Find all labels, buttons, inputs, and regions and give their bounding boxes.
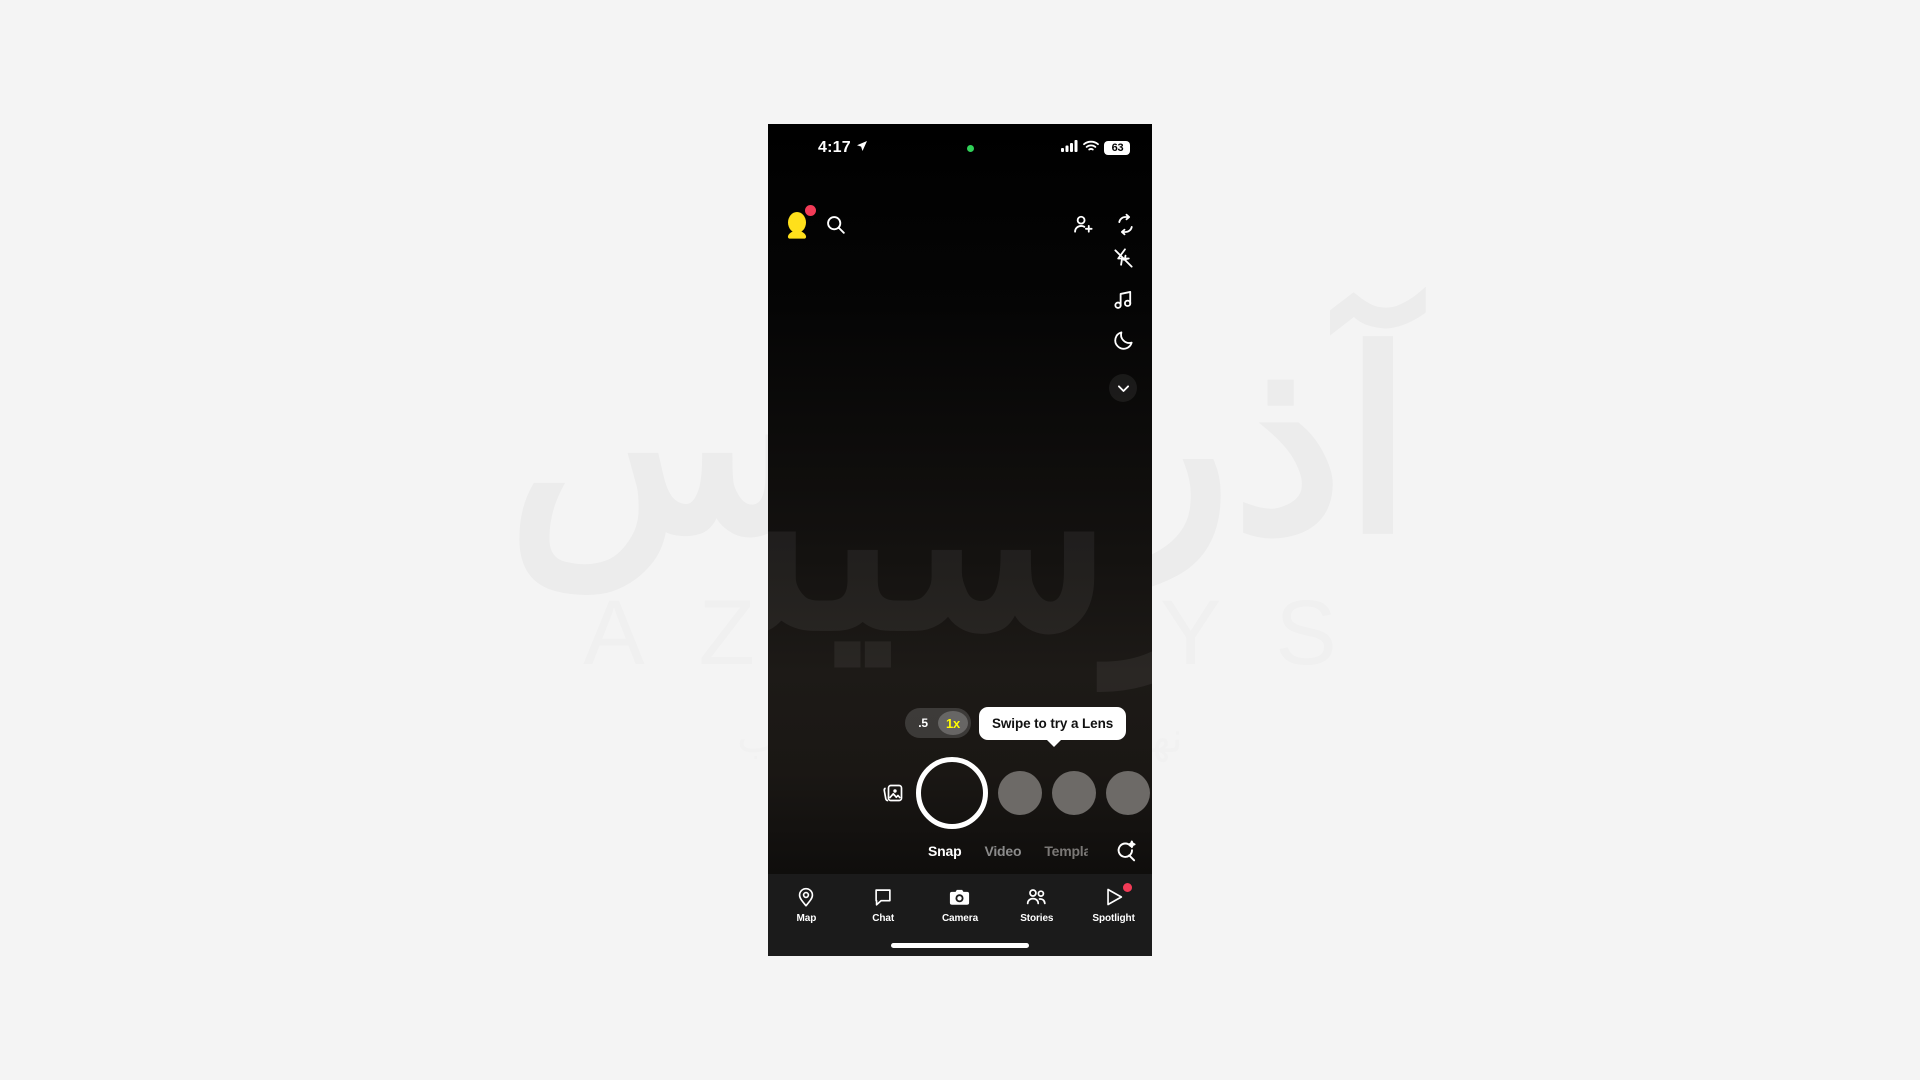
zoom-option-half[interactable]: .5: [908, 711, 938, 735]
lens-tooltip: Swipe to try a Lens: [979, 706, 1127, 747]
location-arrow-icon: [856, 139, 868, 157]
search-icon[interactable]: [822, 211, 848, 237]
add-friend-icon[interactable]: [1070, 211, 1096, 237]
cellular-signal-icon: [1061, 139, 1078, 157]
capture-mode-row: Snap Video Templates: [768, 838, 1152, 864]
nav-item-stories[interactable]: Stories: [998, 885, 1075, 924]
spotlight-play-icon: [1102, 883, 1132, 909]
phone-screen: آذرسیس 4:17: [768, 124, 1152, 956]
stories-people-icon: [1025, 885, 1049, 909]
nav-item-chat[interactable]: Chat: [845, 885, 922, 924]
nav-label-camera: Camera: [941, 913, 979, 924]
top-left-group: [782, 205, 848, 241]
shutter-button[interactable]: [916, 757, 988, 829]
capture-mode-tabs: Snap Video Templates: [928, 843, 1088, 859]
lens-thumbnail[interactable]: [1106, 771, 1150, 815]
profile-unread-badge: [805, 205, 816, 216]
spotlight-badge: [1122, 883, 1132, 892]
night-mode-icon[interactable]: [1109, 326, 1137, 354]
green-recording-dot: [966, 144, 974, 152]
camera-icon: [948, 885, 972, 909]
status-time-group: 4:17: [818, 139, 868, 157]
chevron-down-icon[interactable]: [1109, 374, 1137, 402]
profile-button[interactable]: [782, 205, 816, 241]
nav-label-map: Map: [796, 913, 817, 924]
lens-explore-icon[interactable]: [1112, 838, 1138, 864]
mode-tab-video[interactable]: Video: [984, 843, 1021, 859]
battery-indicator: 63: [1104, 141, 1130, 155]
nav-label-spotlight: Spotlight: [1092, 913, 1135, 924]
status-bar: 4:17 63: [768, 124, 1152, 172]
flash-off-icon[interactable]: [1109, 244, 1137, 272]
wifi-icon: [1083, 139, 1099, 157]
status-indicators: 63: [1061, 139, 1130, 157]
top-right-group: [1070, 211, 1138, 237]
viewfinder-watermark-ghost: آذرسیس: [768, 400, 1152, 680]
nav-item-map[interactable]: Map: [768, 885, 845, 924]
lens-thumbnail[interactable]: [1052, 771, 1096, 815]
home-indicator[interactable]: [891, 943, 1029, 948]
status-privacy-area: [868, 144, 1061, 152]
camera-tool-rail: [1108, 244, 1138, 402]
memories-stack-icon[interactable]: [880, 780, 906, 806]
zoom-option-1x[interactable]: 1x: [938, 711, 968, 735]
nav-item-camera[interactable]: Camera: [922, 885, 999, 924]
nav-label-stories: Stories: [1020, 913, 1054, 924]
top-action-bar: [768, 205, 1152, 242]
capture-row: [768, 756, 1152, 830]
nav-item-spotlight[interactable]: Spotlight: [1075, 883, 1152, 924]
page-backdrop: آذرسیس AZARSYS نهایت سرعت میزبانی وب آذر…: [0, 0, 1920, 1080]
music-icon[interactable]: [1109, 285, 1137, 313]
status-time: 4:17: [818, 139, 851, 156]
chat-bubble-icon: [871, 885, 895, 909]
map-pin-icon: [794, 885, 818, 909]
lens-thumbnail[interactable]: [998, 771, 1042, 815]
mode-tab-templates[interactable]: Templates: [1044, 843, 1088, 859]
nav-label-chat: Chat: [872, 913, 895, 924]
lens-carousel[interactable]: [998, 771, 1152, 815]
camera-viewfinder[interactable]: آذرسیس: [768, 124, 1152, 956]
zoom-level-control[interactable]: .5 1x: [905, 708, 971, 738]
flip-camera-icon[interactable]: [1112, 211, 1138, 237]
zoom-and-tooltip-row: .5 1x Swipe to try a Lens: [768, 706, 1152, 747]
mode-tab-snap[interactable]: Snap: [928, 843, 962, 859]
